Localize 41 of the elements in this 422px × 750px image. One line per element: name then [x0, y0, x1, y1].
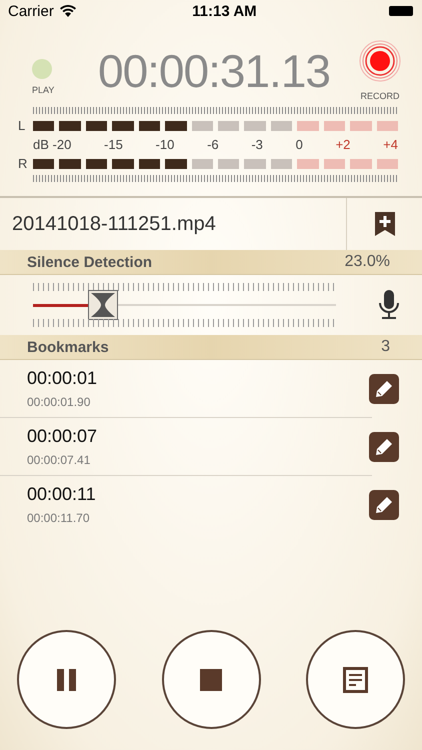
pencil-icon: [375, 438, 393, 456]
bookmark-time: 00:00:07: [27, 426, 98, 447]
bookmark-plus-icon: [374, 212, 394, 236]
pencil-icon: [375, 380, 393, 398]
silence-value: 23.0%: [344, 253, 390, 271]
stop-icon: [200, 668, 222, 690]
db-scale-label: -6: [207, 137, 219, 152]
bookmark-count: 3: [381, 338, 390, 356]
db-scale-label: -3: [251, 137, 263, 152]
bookmark-time: 00:00:01: [27, 368, 98, 389]
bookmark-time: 00:00:11: [27, 484, 97, 505]
channel-label: L: [18, 118, 26, 133]
db-scale-label: 0: [296, 137, 303, 152]
db-scale-label: dB -20: [33, 137, 72, 152]
record-label: RECORD: [360, 91, 400, 101]
db-scale-label: +4: [383, 137, 398, 152]
document-icon: [343, 666, 368, 692]
file-name: 20141018-111251.mp4: [11, 212, 217, 236]
bookmark-precise-time: 00:00:07.41: [27, 453, 92, 467]
microphone-icon[interactable]: [378, 290, 400, 320]
pause-icon: [56, 668, 76, 690]
timer: 00:00:31.13: [96, 44, 331, 98]
channel-label: R: [18, 156, 27, 171]
db-scale-label: +2: [336, 137, 350, 152]
silence-slider[interactable]: [33, 280, 336, 330]
battery-icon: [388, 6, 413, 16]
edit-button[interactable]: [369, 432, 399, 462]
play-label: PLAY: [32, 84, 54, 94]
db-scale-label: -15: [104, 137, 123, 152]
edit-button[interactable]: [369, 374, 399, 404]
wifi-icon: [60, 5, 76, 17]
section-title: Silence Detection: [27, 254, 152, 270]
section-title: Bookmarks: [27, 338, 109, 356]
edit-button[interactable]: [369, 490, 399, 520]
carrier-label: Carrier: [8, 2, 54, 20]
slider-thumb[interactable]: [88, 290, 118, 320]
pencil-icon: [375, 496, 393, 514]
bookmark-precise-time: 00:00:11.70: [27, 511, 91, 525]
db-scale-label: -10: [156, 137, 174, 152]
status-time: 11:13 AM: [192, 2, 257, 20]
bookmark-precise-time: 00:00:01.90: [27, 395, 92, 409]
